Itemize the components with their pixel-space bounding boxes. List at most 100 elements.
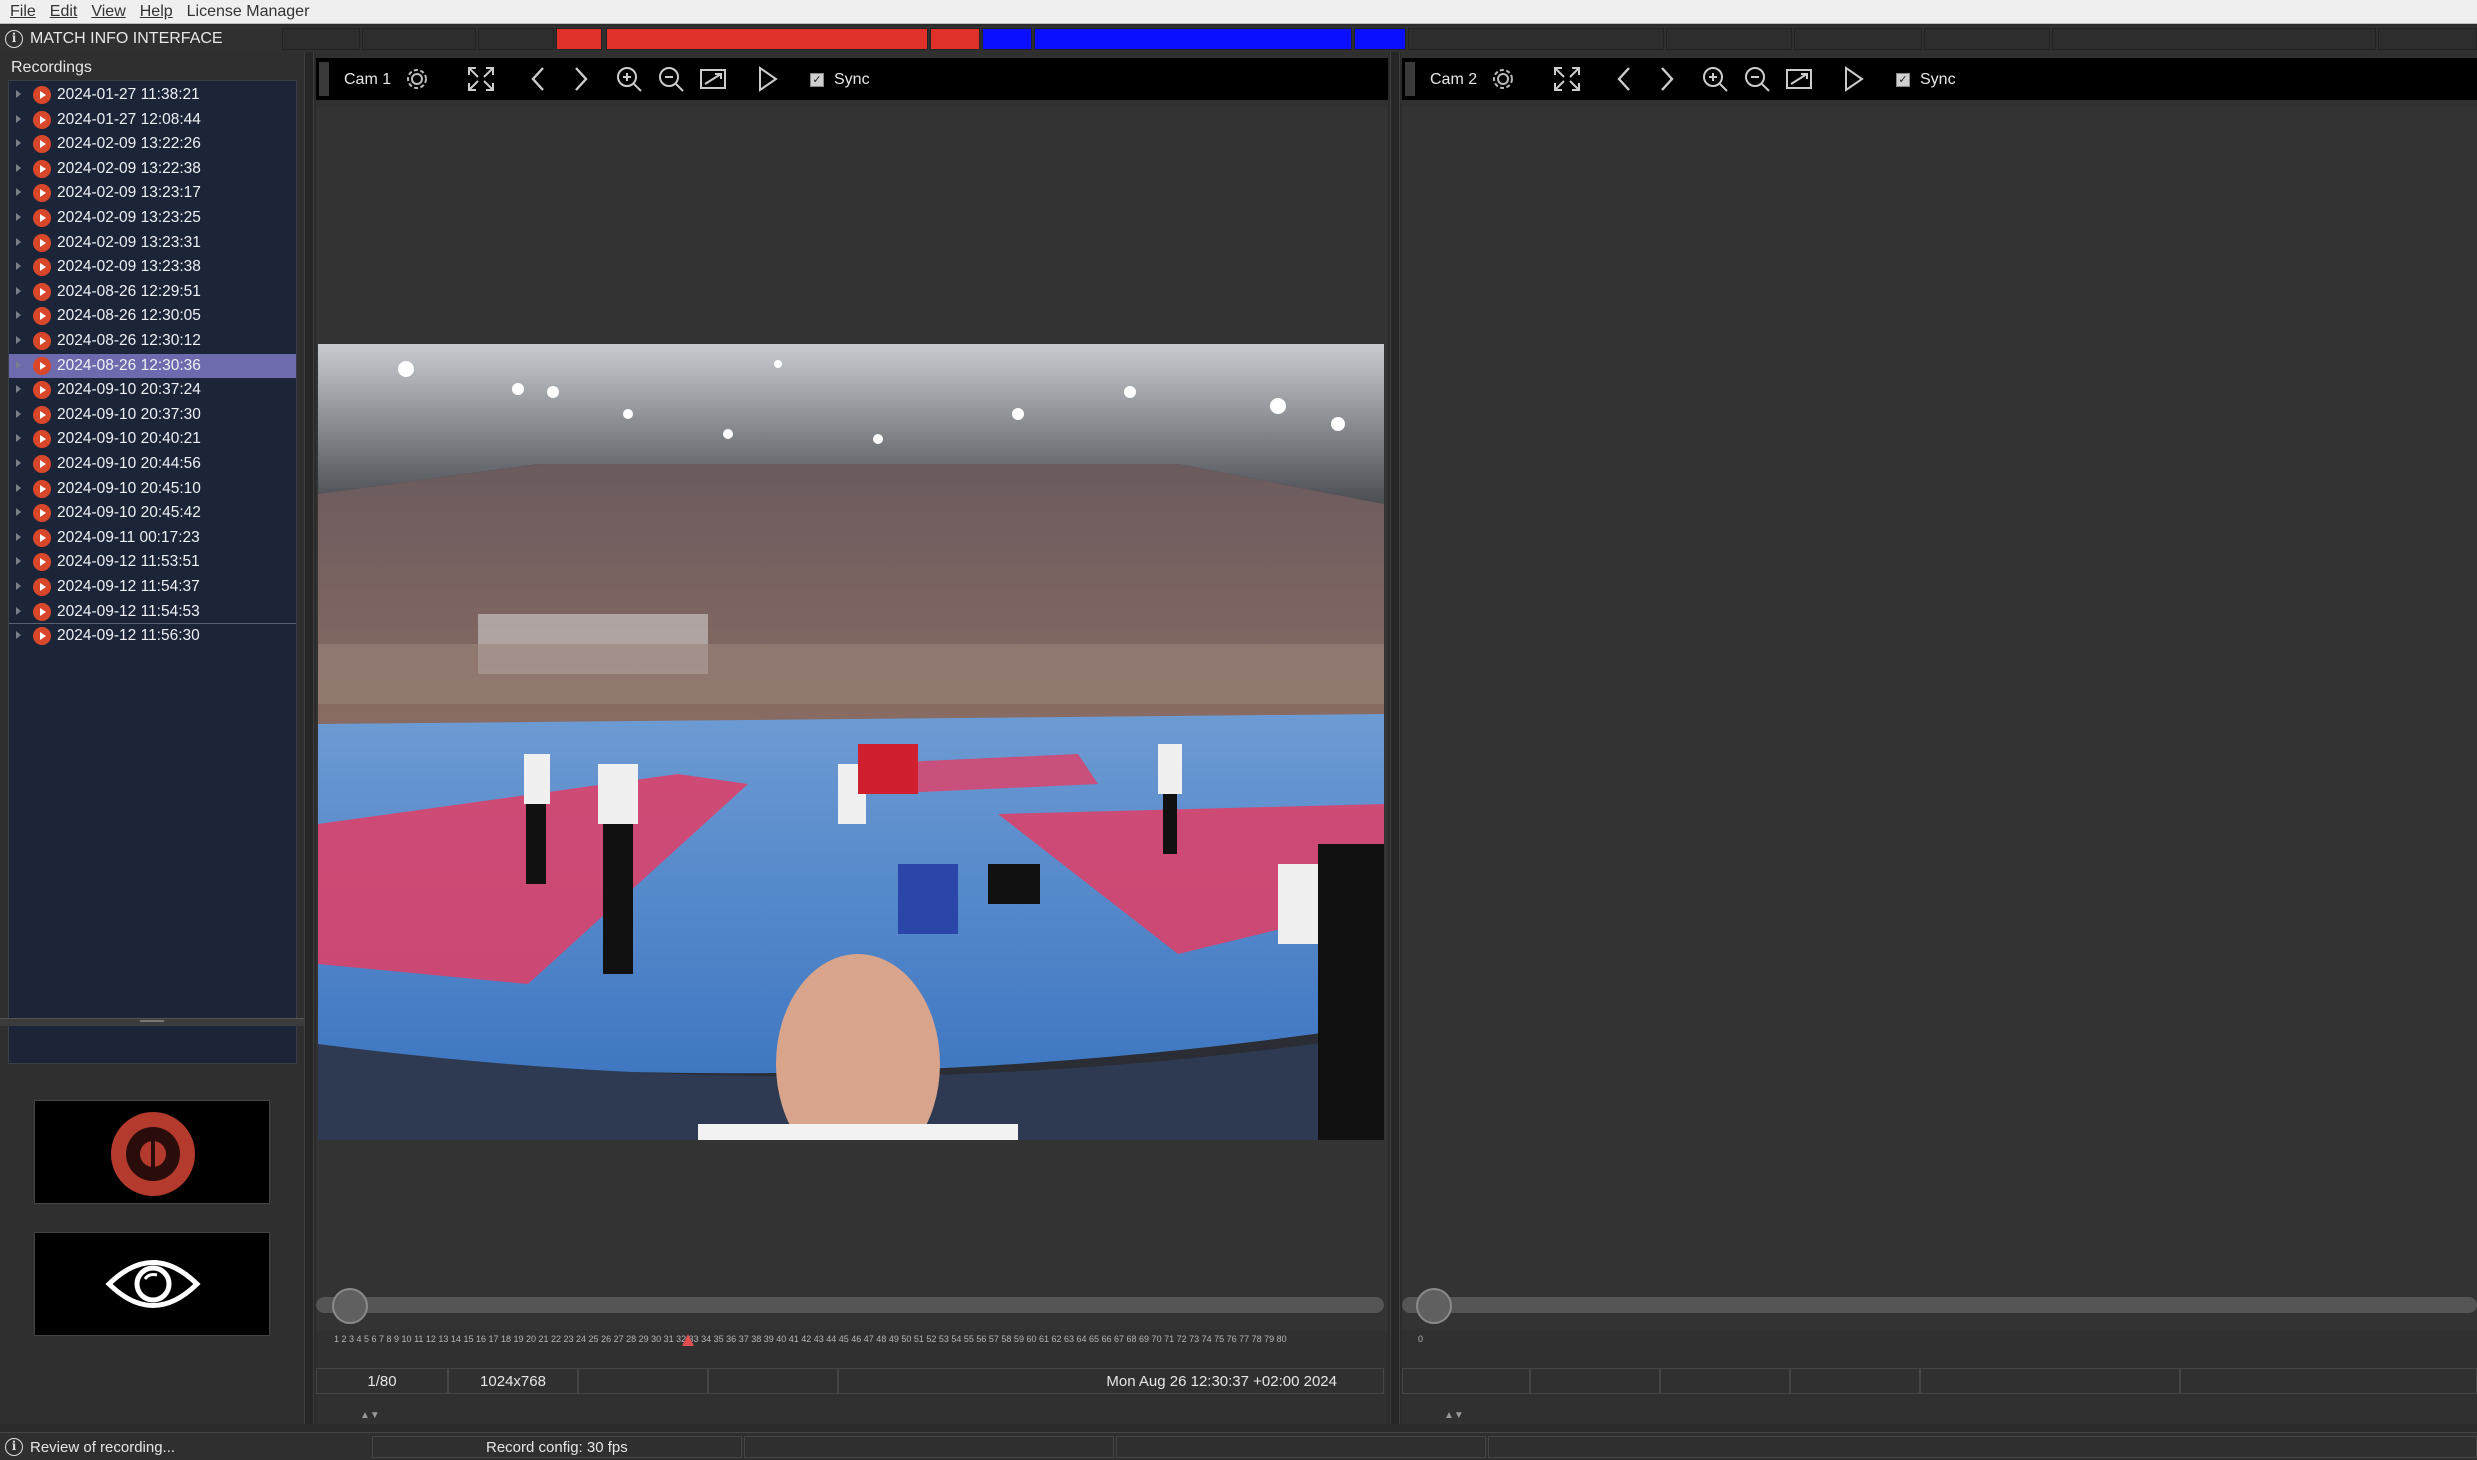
expand-caret-icon[interactable] bbox=[16, 483, 21, 492]
expand-caret-icon[interactable] bbox=[16, 163, 21, 172]
cam1-video-area[interactable] bbox=[316, 106, 1388, 1330]
recording-item[interactable]: 2024-02-09 13:22:26 bbox=[9, 132, 296, 156]
play-recording-icon bbox=[33, 356, 51, 375]
menu-view[interactable]: View bbox=[91, 3, 125, 21]
cam2-splitter-arrows[interactable]: ▲▼ bbox=[1444, 1410, 1464, 1421]
chevron-right-icon[interactable] bbox=[1651, 65, 1681, 93]
chevron-right-icon[interactable] bbox=[565, 65, 595, 93]
zoom-out-icon[interactable] bbox=[1742, 65, 1772, 93]
recording-label: 2024-08-26 12:29:51 bbox=[57, 282, 201, 300]
menu-edit[interactable]: Edit bbox=[50, 3, 78, 21]
expand-caret-icon[interactable] bbox=[16, 213, 21, 221]
zoom-out-icon[interactable] bbox=[656, 65, 686, 93]
gear-icon[interactable] bbox=[1488, 65, 1518, 93]
expand-caret-icon[interactable] bbox=[16, 459, 21, 467]
recording-item[interactable]: 2024-02-09 13:22:38 bbox=[9, 157, 296, 181]
record-button[interactable] bbox=[34, 1100, 270, 1204]
recording-item[interactable]: 2024-01-27 12:08:44 bbox=[9, 108, 296, 132]
menu-file[interactable]: File bbox=[10, 3, 36, 21]
recordings-list[interactable]: 2024-01-27 11:38:21 2024-01-27 12:08:44 20… bbox=[8, 80, 297, 1064]
expand-caret-icon[interactable] bbox=[16, 336, 21, 344]
recording-item[interactable]: 2024-08-26 12:30:12 bbox=[9, 329, 296, 353]
recording-item[interactable]: 2024-09-12 11:56:30 bbox=[9, 624, 296, 648]
expand-caret-icon[interactable] bbox=[16, 188, 21, 197]
menu-license-manager[interactable]: License Manager bbox=[187, 3, 310, 21]
panel-splitter[interactable] bbox=[0, 1018, 304, 1026]
menu-help[interactable]: Help bbox=[140, 3, 173, 21]
cam1-splitter-arrows[interactable]: ▲▼ bbox=[360, 1410, 380, 1421]
recording-item[interactable]: 2024-08-26 12:29:51 bbox=[9, 280, 296, 304]
play-icon[interactable] bbox=[752, 65, 782, 93]
expand-caret-icon[interactable] bbox=[16, 262, 21, 271]
play-recording-icon bbox=[33, 209, 51, 227]
cam2-video-area[interactable] bbox=[1402, 106, 2477, 1330]
play-recording-icon bbox=[33, 258, 51, 277]
expand-caret-icon[interactable] bbox=[16, 606, 21, 615]
recording-item[interactable]: 2024-02-09 13:23:25 bbox=[9, 206, 296, 230]
zoom-in-icon[interactable] bbox=[614, 65, 644, 93]
cam1-timeline-knob[interactable] bbox=[332, 1288, 368, 1324]
status-field bbox=[708, 1368, 838, 1394]
blue-extra-segment bbox=[982, 28, 1032, 50]
fit-icon[interactable] bbox=[1784, 65, 1814, 93]
recording-item[interactable]: 2024-09-10 20:44:56 bbox=[9, 452, 296, 476]
expand-caret-icon[interactable] bbox=[16, 582, 21, 590]
recording-item[interactable]: 2024-09-12 11:53:51 bbox=[9, 550, 296, 574]
expand-caret-icon[interactable] bbox=[16, 631, 21, 640]
view-button[interactable] bbox=[34, 1232, 270, 1336]
gear-icon[interactable] bbox=[402, 65, 432, 93]
recording-item[interactable]: 2024-09-10 20:40:21 bbox=[9, 427, 296, 451]
status-field bbox=[1402, 1368, 1530, 1394]
cam2-timeline-track[interactable] bbox=[1402, 1297, 2477, 1313]
play-icon[interactable] bbox=[1838, 65, 1868, 93]
expand-caret-icon[interactable] bbox=[16, 286, 21, 295]
cam2-panel: Cam 2 ✓ Sync 0 ▲▼ bbox=[1402, 52, 2477, 1424]
cam1-timeline-track[interactable] bbox=[316, 1297, 1384, 1313]
recording-item[interactable]: 2024-09-12 11:54:37 bbox=[9, 575, 296, 599]
recording-item[interactable]: 2024-08-26 12:30:36 bbox=[9, 353, 296, 378]
expand-caret-icon[interactable] bbox=[16, 237, 21, 246]
status-field bbox=[2180, 1368, 2477, 1394]
recording-item[interactable]: 2024-01-27 11:38:21 bbox=[9, 83, 296, 107]
expand-caret-icon[interactable] bbox=[16, 139, 21, 148]
recording-item[interactable]: 2024-09-10 20:45:42 bbox=[9, 501, 296, 525]
recording-item[interactable]: 2024-09-11 00:17:23 bbox=[9, 526, 296, 550]
expand-caret-icon[interactable] bbox=[16, 114, 21, 123]
recording-item[interactable]: 2024-02-09 13:23:38 bbox=[9, 255, 296, 279]
expand-icon[interactable] bbox=[466, 65, 496, 93]
recording-item[interactable]: 2024-09-10 20:37:24 bbox=[9, 378, 296, 402]
match-field bbox=[282, 28, 360, 50]
cam2-timeline-knob[interactable] bbox=[1416, 1288, 1452, 1324]
status-bar: i Review of recording... Record config: … bbox=[0, 1432, 2477, 1460]
menu-help-label: Help bbox=[139, 2, 173, 20]
recording-item[interactable]: 2024-09-10 20:45:10 bbox=[9, 477, 296, 501]
sync-checkbox[interactable]: ✓ bbox=[810, 73, 824, 87]
recording-item[interactable]: 2024-08-26 12:30:05 bbox=[9, 304, 296, 328]
recording-item[interactable]: 2024-02-09 13:23:31 bbox=[9, 231, 296, 255]
zoom-in-icon[interactable] bbox=[1700, 65, 1730, 93]
expand-caret-icon[interactable] bbox=[16, 409, 21, 418]
fit-icon[interactable] bbox=[698, 65, 728, 93]
recording-item[interactable]: 2024-09-12 11:54:53 bbox=[9, 600, 296, 624]
eye-icon bbox=[105, 1260, 201, 1308]
toolbar-grip[interactable] bbox=[319, 62, 329, 96]
expand-caret-icon[interactable] bbox=[16, 434, 21, 443]
expand-caret-icon[interactable] bbox=[16, 508, 21, 517]
sync-checkbox[interactable]: ✓ bbox=[1896, 73, 1910, 87]
center-divider[interactable] bbox=[1390, 52, 1400, 1424]
expand-caret-icon[interactable] bbox=[16, 90, 21, 98]
left-divider[interactable] bbox=[304, 52, 314, 1424]
chevron-left-icon[interactable] bbox=[1610, 65, 1640, 93]
expand-caret-icon[interactable] bbox=[16, 532, 21, 541]
resolution: 1024x768 bbox=[448, 1368, 578, 1394]
expand-caret-icon[interactable] bbox=[16, 557, 21, 566]
expand-caret-icon[interactable] bbox=[16, 360, 21, 369]
toolbar-grip[interactable] bbox=[1405, 62, 1415, 96]
chevron-left-icon[interactable] bbox=[524, 65, 554, 93]
expand-icon[interactable] bbox=[1552, 65, 1582, 93]
recording-item[interactable]: 2024-09-10 20:37:30 bbox=[9, 403, 296, 427]
expand-caret-icon[interactable] bbox=[16, 385, 21, 394]
recording-item[interactable]: 2024-02-09 13:23:17 bbox=[9, 181, 296, 205]
expand-caret-icon[interactable] bbox=[16, 311, 21, 320]
status-field bbox=[578, 1368, 708, 1394]
